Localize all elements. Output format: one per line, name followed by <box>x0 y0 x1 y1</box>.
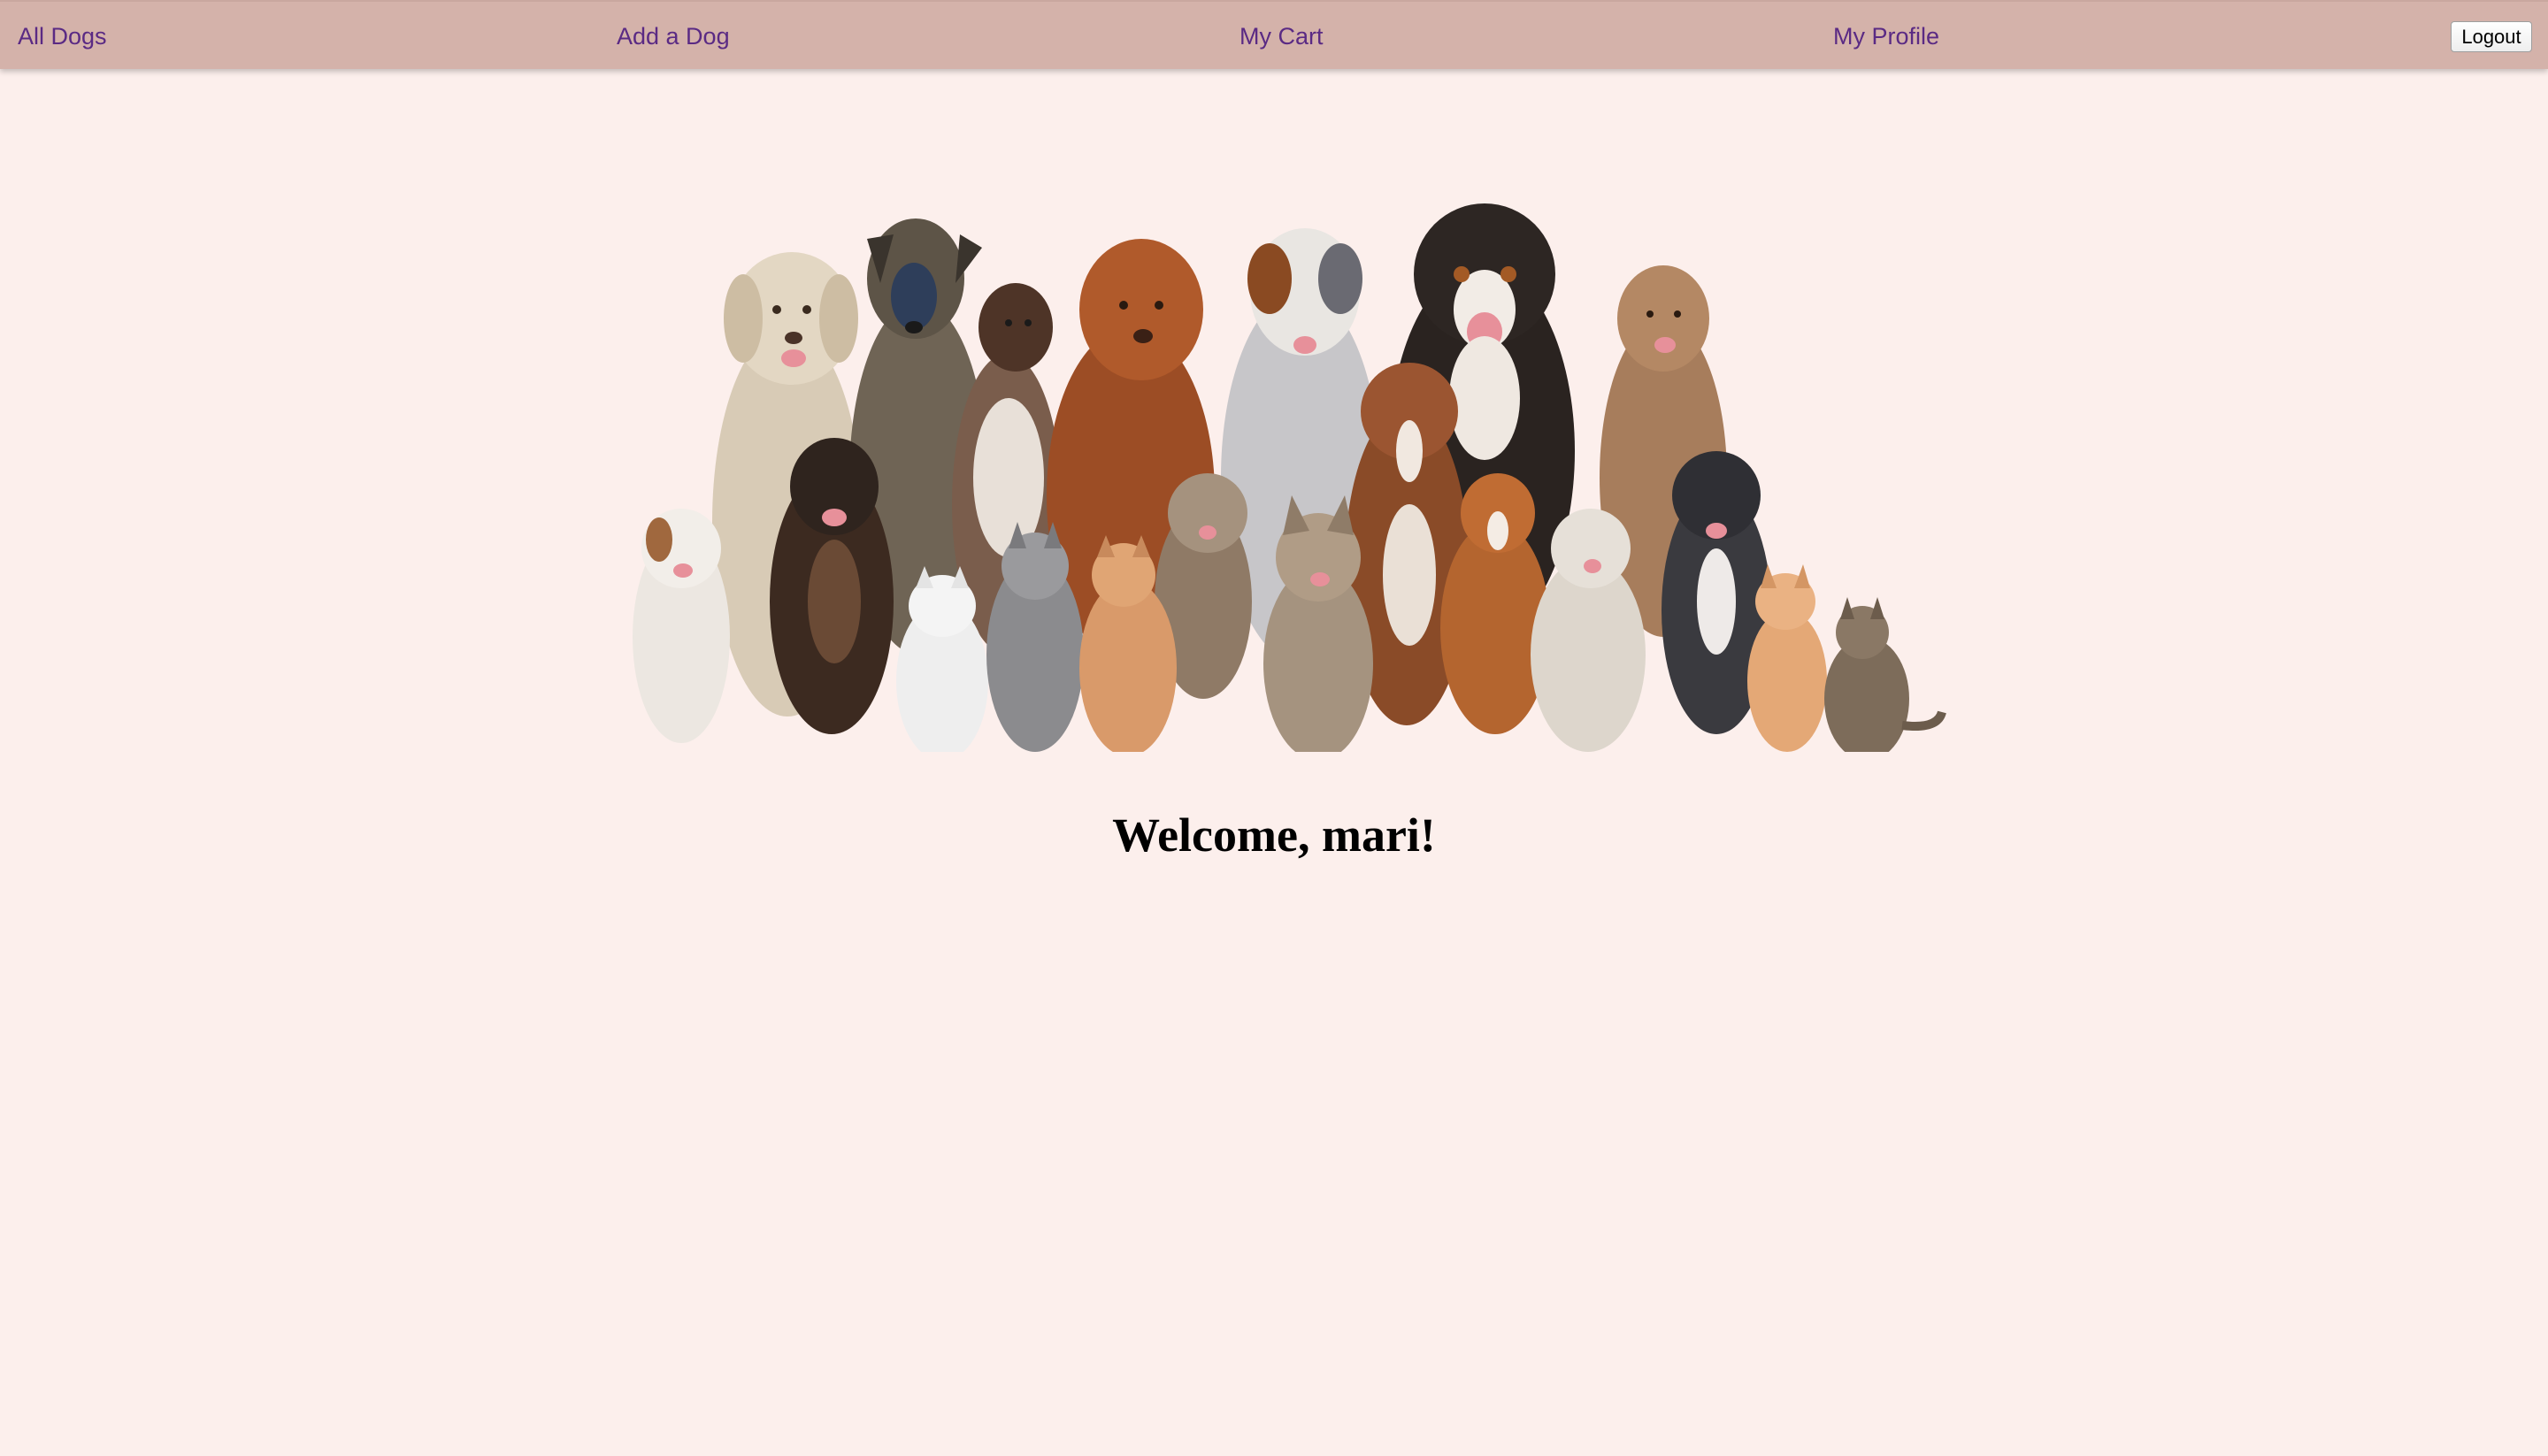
nav-link-my-profile[interactable]: My Profile <box>1833 21 1939 51</box>
nav-link-all-dogs[interactable]: All Dogs <box>18 21 107 51</box>
logout-button[interactable]: Logout <box>2451 21 2532 52</box>
hero-image <box>633 203 1946 752</box>
ginger-cat <box>1747 564 1827 752</box>
welcome-heading: Welcome, mari! <box>1112 808 1436 862</box>
nav-link-my-cart[interactable]: My Cart <box>1239 21 1324 51</box>
navbar: All Dogs Add a Dog My Cart My Profile Lo… <box>0 0 2548 69</box>
jack-russell-terrier <box>633 509 730 743</box>
nav-link-add-a-dog[interactable]: Add a Dog <box>617 21 730 51</box>
tabby-cat <box>1824 597 1946 752</box>
